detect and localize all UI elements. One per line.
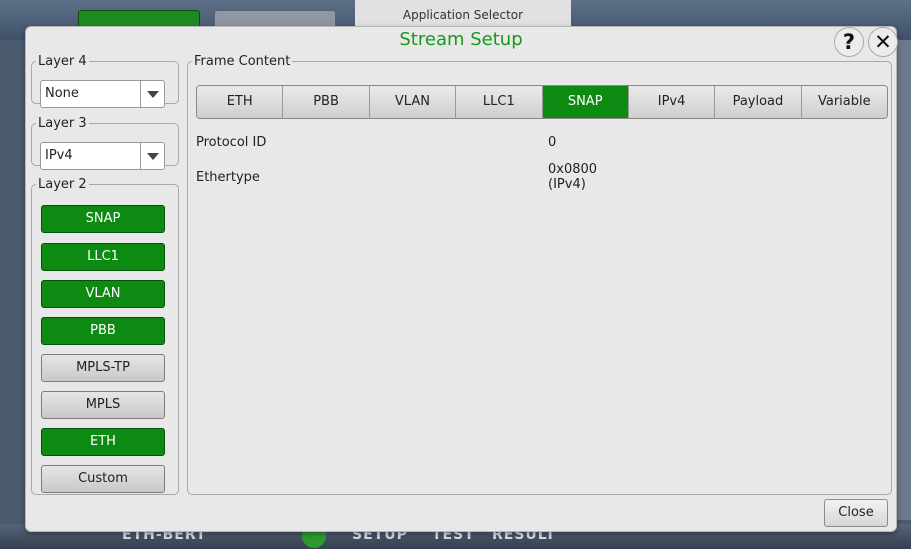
tab-variable[interactable]: Variable — [801, 86, 887, 118]
layer2-llc1-button[interactable]: LLC1 — [41, 243, 165, 271]
frame-content-tabbar: ETH PBB VLAN LLC1 SNAP IPv4 Payload Vari… — [196, 85, 888, 119]
frame-content-group: Frame Content ETH PBB VLAN LLC1 SNAP IPv… — [187, 54, 892, 495]
ethertype-value[interactable]: 0x0800 (IPv4) — [548, 162, 597, 192]
tab-payload[interactable]: Payload — [715, 86, 802, 118]
ethertype-name: (IPv4) — [548, 177, 586, 192]
layer2-vlan-button[interactable]: VLAN — [41, 280, 165, 308]
dialog-title: Stream Setup — [399, 29, 523, 50]
tab-eth[interactable]: ETH — [197, 86, 284, 118]
ethertype-hex: 0x0800 — [548, 162, 598, 177]
tab-pbb[interactable]: PBB — [283, 86, 370, 118]
layer3-group: Layer 3 IPv4 — [31, 116, 179, 170]
chevron-down-icon — [140, 143, 164, 169]
layer2-mpls-button[interactable]: MPLS — [41, 391, 165, 419]
layer2-custom-button[interactable]: Custom — [41, 465, 165, 493]
frame-content-legend: Frame Content — [194, 54, 291, 69]
layer4-group: Layer 4 None — [31, 54, 179, 108]
close-icon[interactable]: ✕ — [868, 27, 898, 57]
layer2-mpls-tp-button[interactable]: MPLS-TP — [41, 354, 165, 382]
tab-vlan[interactable]: VLAN — [369, 86, 457, 118]
app-right-panel — [895, 40, 911, 520]
layer3-value: IPv4 — [45, 148, 73, 163]
tab-llc1[interactable]: LLC1 — [456, 86, 543, 118]
layer2-legend: Layer 2 — [38, 177, 87, 192]
layer2-snap-button[interactable]: SNAP — [41, 205, 165, 233]
protocol-id-value[interactable]: 0 — [548, 135, 556, 150]
chevron-down-icon — [140, 81, 164, 107]
protocol-id-label: Protocol ID — [196, 135, 267, 150]
tab-snap[interactable]: SNAP — [542, 86, 629, 118]
layer4-value: None — [45, 86, 79, 101]
layer2-eth-button[interactable]: ETH — [41, 428, 165, 456]
layer2-group: Layer 2 SNAP LLC1 VLAN PBB MPLS-TP MPLS … — [31, 177, 179, 495]
layer3-legend: Layer 3 — [38, 116, 87, 131]
stream-setup-dialog: Stream Setup ? ✕ Layer 4 None Layer 3 IP… — [25, 26, 898, 532]
layer2-pbb-button[interactable]: PBB — [41, 317, 165, 345]
ethertype-label: Ethertype — [196, 170, 260, 185]
layer3-select[interactable]: IPv4 — [40, 142, 165, 170]
tab-ipv4[interactable]: IPv4 — [628, 86, 716, 118]
layer4-legend: Layer 4 — [38, 54, 87, 69]
help-button[interactable]: ? — [834, 27, 864, 57]
close-button[interactable]: Close — [824, 499, 888, 527]
layer4-select[interactable]: None — [40, 80, 165, 108]
